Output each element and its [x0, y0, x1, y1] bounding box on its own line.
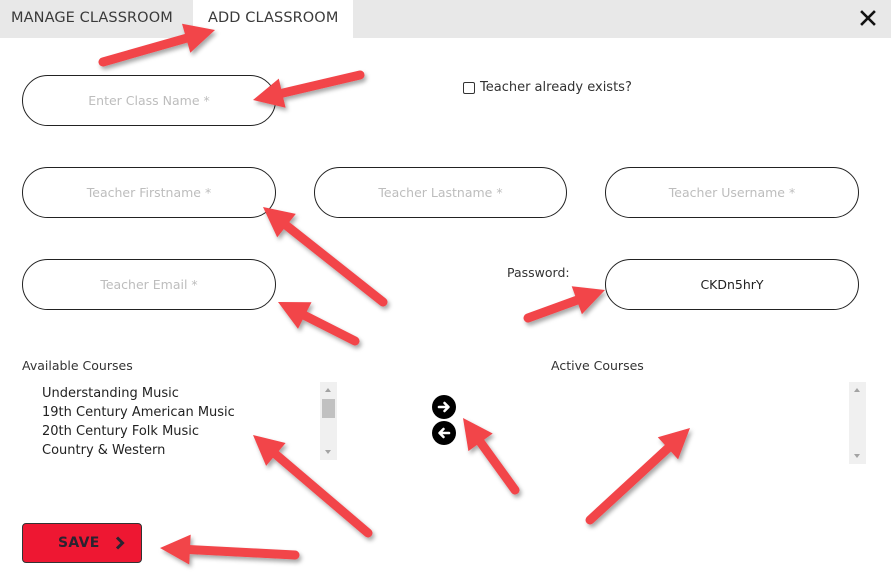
checkbox-box[interactable] — [463, 81, 475, 94]
remove-course-button[interactable] — [432, 421, 456, 445]
tab-add-classroom[interactable]: ADD CLASSROOM — [193, 0, 353, 38]
annotation-arrow-shaft — [273, 70, 365, 99]
available-courses-label: Available Courses — [22, 358, 133, 373]
annotation-arrow-head — [463, 418, 493, 452]
teacher-exists-checkbox[interactable]: Teacher already exists? — [463, 80, 632, 95]
scroll-down-icon[interactable] — [854, 454, 860, 458]
scroll-up-icon[interactable] — [854, 388, 860, 392]
chevron-right-icon — [115, 536, 125, 550]
annotation-arrow-shaft — [523, 294, 586, 323]
annotation-arrow-shaft — [473, 434, 520, 495]
teacher-firstname-input[interactable] — [22, 167, 276, 218]
annotation-arrow-head — [571, 286, 605, 315]
available-courses-list[interactable]: Understanding Music 19th Century America… — [22, 382, 338, 460]
annotation-arrow-shaft — [296, 309, 360, 346]
close-icon[interactable] — [859, 9, 877, 27]
list-item[interactable]: 19th Century American Music — [42, 403, 235, 422]
active-courses-list[interactable] — [551, 382, 866, 464]
annotation-arrow-head — [278, 302, 312, 329]
available-courses-scrollbar[interactable] — [320, 382, 337, 460]
arrow-right-circle-icon — [437, 401, 450, 413]
save-button[interactable]: SAVE — [22, 523, 142, 563]
tab-manage-classroom[interactable]: MANAGE CLASSROOM — [0, 0, 193, 38]
class-name-input[interactable] — [22, 75, 276, 126]
annotation-arrow-shaft — [98, 32, 195, 67]
list-item[interactable]: Understanding Music — [42, 384, 235, 403]
annotation-arrow-head — [160, 534, 191, 565]
active-courses-scrollbar[interactable] — [849, 382, 866, 464]
scroll-down-icon[interactable] — [325, 450, 331, 454]
annotation-arrow-shaft — [181, 544, 300, 560]
scroll-thumb[interactable] — [322, 399, 335, 418]
tab-bar: MANAGE CLASSROOM ADD CLASSROOM — [0, 0, 891, 38]
teacher-exists-label: Teacher already exists? — [480, 80, 632, 95]
password-label: Password: — [507, 265, 570, 280]
annotation-arrow-head — [263, 207, 296, 238]
teacher-email-input[interactable] — [22, 259, 276, 310]
annotation-arrow-shaft — [278, 218, 388, 307]
teacher-username-input[interactable] — [605, 167, 859, 218]
scroll-up-icon[interactable] — [325, 388, 331, 392]
active-courses-label: Active Courses — [551, 358, 644, 373]
save-label: SAVE — [58, 535, 100, 551]
add-course-button[interactable] — [432, 395, 456, 419]
password-input[interactable] — [605, 259, 859, 310]
teacher-lastname-input[interactable] — [314, 167, 567, 218]
annotation-arrow-shaft — [268, 447, 373, 538]
list-item[interactable]: Country & Western — [42, 441, 235, 460]
arrow-left-circle-icon — [438, 427, 451, 439]
list-item[interactable]: 20th Century Folk Music — [42, 422, 235, 441]
